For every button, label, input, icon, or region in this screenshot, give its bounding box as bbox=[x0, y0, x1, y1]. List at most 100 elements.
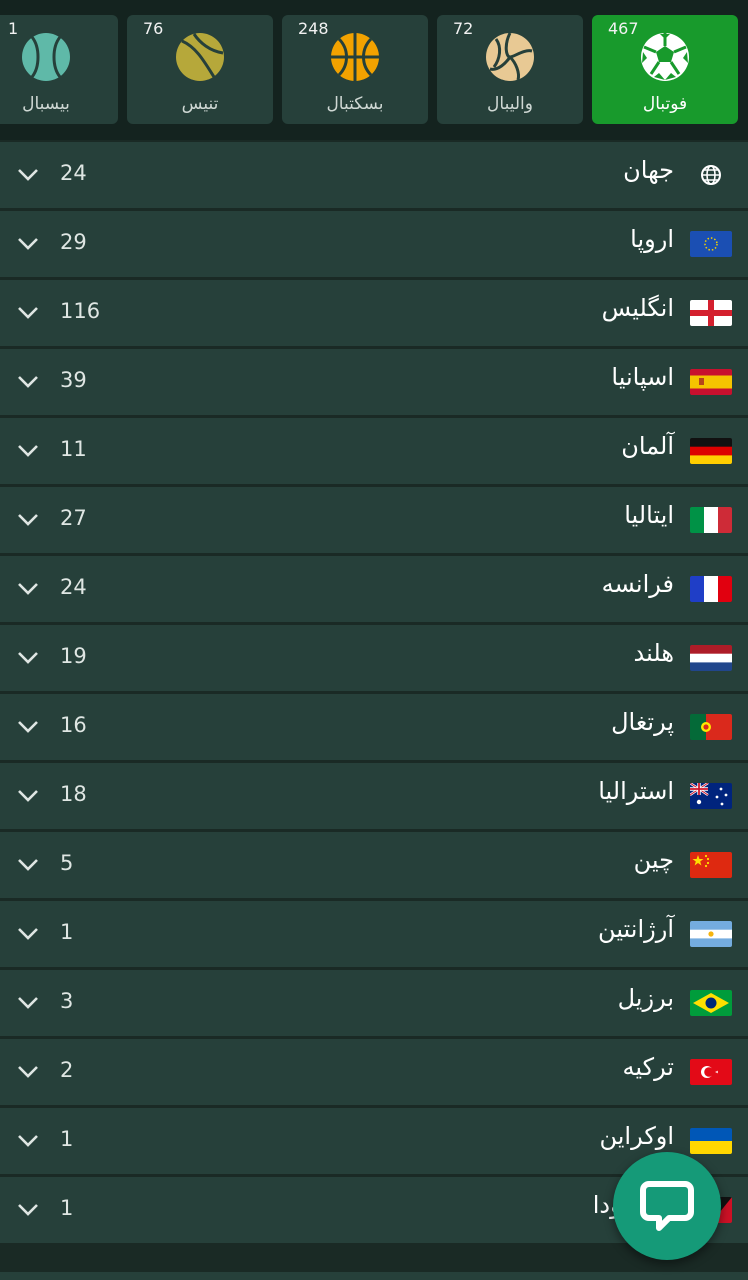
row-count: 1 bbox=[60, 920, 74, 944]
row-name: آلمان bbox=[621, 432, 674, 460]
row-count: 3 bbox=[60, 989, 74, 1013]
row-name: فرانسه bbox=[601, 570, 674, 598]
england-flag-icon bbox=[690, 300, 732, 326]
row-count: 2 bbox=[60, 1058, 74, 1082]
country-row-argentina[interactable]: 1 آرژانتین bbox=[0, 901, 748, 967]
chat-bubble-icon bbox=[640, 1181, 694, 1231]
row-count: 24 bbox=[60, 575, 87, 599]
row-count: 1 bbox=[60, 1127, 74, 1151]
basketball-icon bbox=[331, 33, 379, 81]
argentina-flag-icon bbox=[690, 921, 732, 947]
row-name: ترکیه bbox=[622, 1053, 674, 1081]
chevron-down-icon bbox=[18, 790, 38, 802]
chat-support-button[interactable] bbox=[613, 1152, 721, 1260]
country-row-england[interactable]: 116 انگلیس bbox=[0, 280, 748, 346]
row-count: 19 bbox=[60, 644, 87, 668]
italy-flag-icon bbox=[690, 507, 732, 533]
country-row-spain[interactable]: 39 اسپانیا bbox=[0, 349, 748, 415]
chevron-down-icon bbox=[18, 1066, 38, 1078]
germany-flag-icon bbox=[690, 438, 732, 464]
chevron-down-icon bbox=[18, 1135, 38, 1147]
row-name: اروپا bbox=[630, 225, 674, 253]
chevron-down-icon bbox=[18, 514, 38, 526]
row-name: انگلیس bbox=[601, 294, 674, 322]
row-count: 18 bbox=[60, 782, 87, 806]
chevron-down-icon bbox=[18, 445, 38, 457]
country-row-portugal[interactable]: 16 پرتغال bbox=[0, 694, 748, 760]
country-list: 24 جهان 29 اروپا 116 انگلیس 39 اسپانیا 1… bbox=[0, 142, 748, 1246]
country-row-italy[interactable]: 27 ایتالیا bbox=[0, 487, 748, 553]
sport-count: 248 bbox=[298, 19, 329, 38]
row-name: پرتغال bbox=[611, 708, 674, 736]
chevron-down-icon bbox=[18, 721, 38, 733]
sport-label: بسکتبال bbox=[326, 94, 384, 114]
sport-count: 1 bbox=[8, 19, 19, 38]
country-row-europe[interactable]: 29 اروپا bbox=[0, 211, 748, 277]
chevron-down-icon bbox=[18, 238, 38, 250]
sport-tab-basketball[interactable]: 248 بسکتبال bbox=[282, 15, 428, 124]
sport-label: فوتبال bbox=[642, 94, 688, 114]
country-row-china[interactable]: 5 چین bbox=[0, 832, 748, 898]
ukraine-flag-icon bbox=[690, 1128, 732, 1154]
france-flag-icon bbox=[690, 576, 732, 602]
country-row-australia[interactable]: 18 استرالیا bbox=[0, 763, 748, 829]
chevron-down-icon bbox=[18, 928, 38, 940]
chevron-down-icon bbox=[18, 169, 38, 181]
country-row-netherlands[interactable]: 19 هلند bbox=[0, 625, 748, 691]
portugal-flag-icon bbox=[690, 714, 732, 740]
country-row-france[interactable]: 24 فرانسه bbox=[0, 556, 748, 622]
australia-flag-icon bbox=[690, 783, 732, 809]
chevron-down-icon bbox=[18, 859, 38, 871]
country-row-world[interactable]: 24 جهان bbox=[0, 142, 748, 208]
row-name: اوکراین bbox=[599, 1122, 674, 1150]
sport-count: 76 bbox=[143, 19, 164, 38]
chevron-down-icon bbox=[18, 1204, 38, 1216]
sport-label: تنیس bbox=[181, 94, 219, 114]
row-count: 116 bbox=[60, 299, 101, 323]
volleyball-icon bbox=[486, 32, 534, 81]
row-name: چین bbox=[633, 846, 674, 874]
tennis-ball-icon bbox=[176, 33, 224, 81]
sport-count: 467 bbox=[608, 19, 639, 38]
baseball-icon bbox=[22, 33, 70, 81]
row-name: آرژانتین bbox=[598, 915, 674, 943]
turkey-flag-icon bbox=[690, 1059, 732, 1085]
chevron-down-icon bbox=[18, 307, 38, 319]
chevron-down-icon bbox=[18, 652, 38, 664]
country-row-turkey[interactable]: 2 ترکیه bbox=[0, 1039, 748, 1105]
row-name: ایتالیا bbox=[624, 501, 674, 529]
chevron-down-icon bbox=[18, 583, 38, 595]
row-name: هلند bbox=[633, 639, 674, 667]
row-count: 29 bbox=[60, 230, 87, 254]
soccer-ball-icon bbox=[641, 33, 689, 81]
row-count: 5 bbox=[60, 851, 74, 875]
spain-flag-icon bbox=[690, 369, 732, 395]
row-name: اسپانیا bbox=[611, 363, 674, 391]
country-row-germany[interactable]: 11 آلمان bbox=[0, 418, 748, 484]
next-row-edge bbox=[0, 1272, 748, 1280]
row-count: 1 bbox=[60, 1196, 74, 1220]
row-count: 27 bbox=[60, 506, 87, 530]
netherlands-flag-icon bbox=[690, 645, 732, 671]
sports-category-bar: 467 فوتبال 72 والیبال 248 بسکتبال 76 تنی… bbox=[0, 0, 748, 140]
row-count: 16 bbox=[60, 713, 87, 737]
sport-label: والیبال bbox=[487, 94, 533, 114]
sport-tab-volleyball[interactable]: 72 والیبال bbox=[437, 15, 583, 124]
sport-tab-football[interactable]: 467 فوتبال bbox=[592, 15, 738, 124]
sport-tab-baseball[interactable]: 1 بیسبال bbox=[0, 15, 118, 124]
china-flag-icon bbox=[690, 852, 732, 878]
eu-flag-icon bbox=[690, 231, 732, 257]
row-name: استرالیا bbox=[598, 777, 674, 805]
row-count: 39 bbox=[60, 368, 87, 392]
brazil-flag-icon bbox=[690, 990, 732, 1016]
row-count: 24 bbox=[60, 161, 87, 185]
country-row-brazil[interactable]: 3 برزیل bbox=[0, 970, 748, 1036]
chevron-down-icon bbox=[18, 376, 38, 388]
sport-label: بیسبال bbox=[22, 94, 70, 114]
row-name: برزیل bbox=[617, 984, 674, 1012]
chevron-down-icon bbox=[18, 997, 38, 1009]
sport-count: 72 bbox=[453, 19, 474, 38]
sport-tab-tennis[interactable]: 76 تنیس bbox=[127, 15, 273, 124]
world-globe-icon bbox=[690, 162, 732, 188]
row-count: 11 bbox=[60, 437, 87, 461]
